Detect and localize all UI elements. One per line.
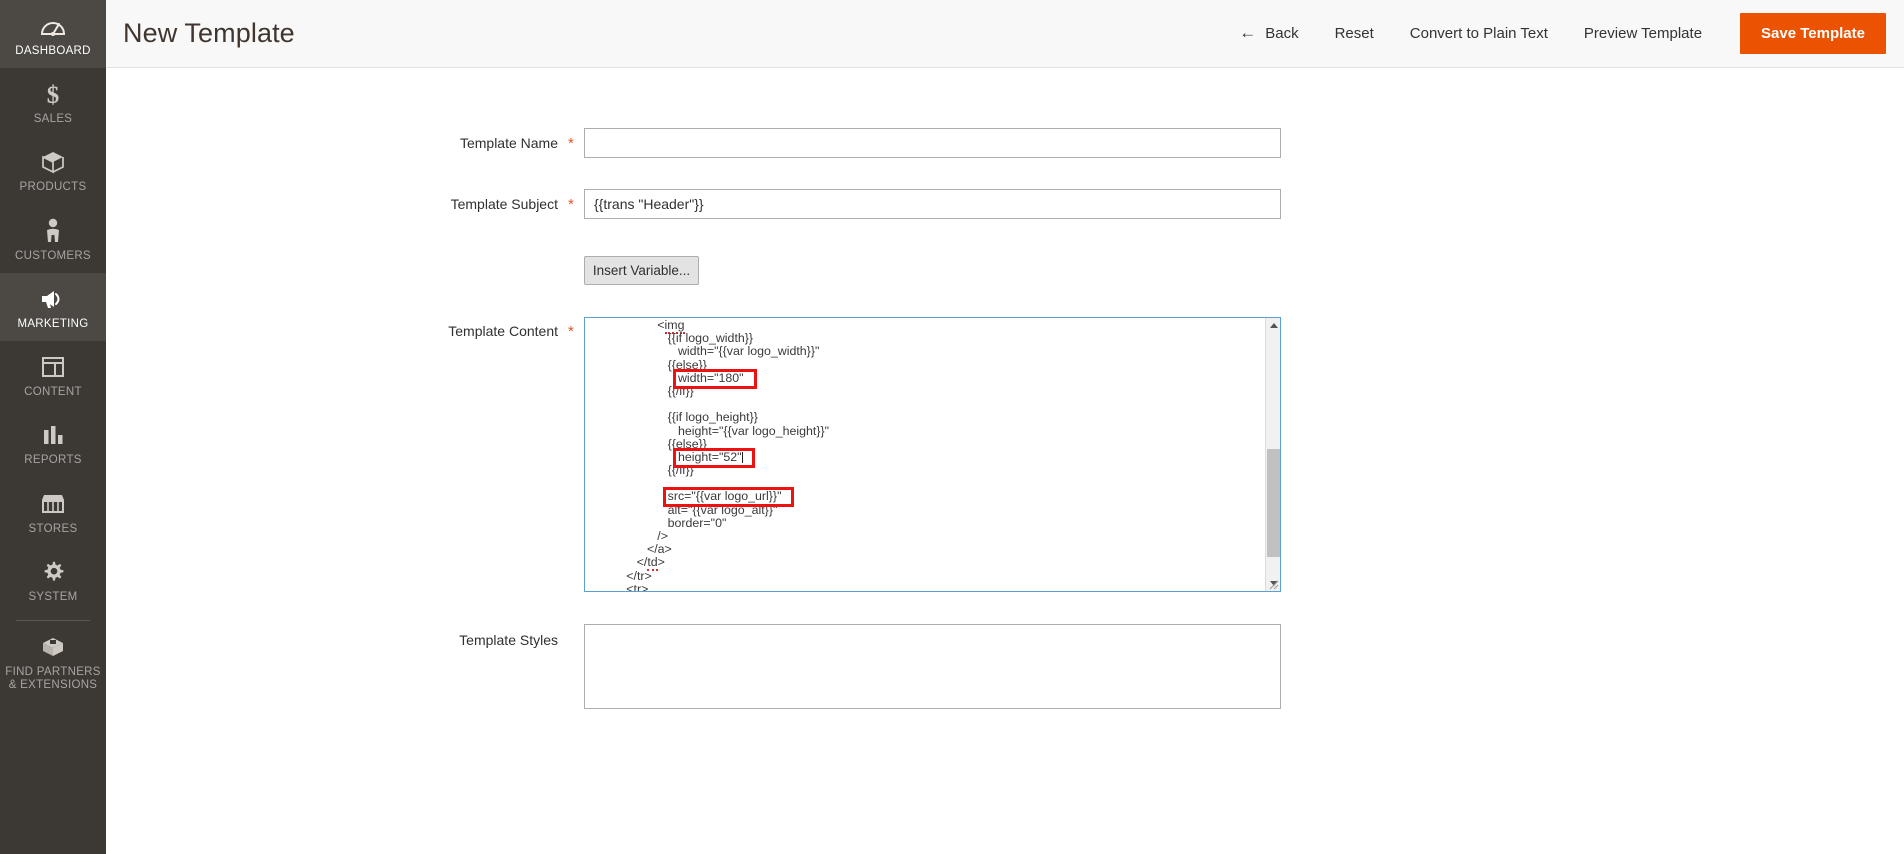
template-styles-textarea[interactable] [584,624,1281,709]
back-button-label: Back [1265,25,1299,42]
template-subject-input[interactable] [584,189,1281,219]
preview-button-label: Preview Template [1583,25,1703,42]
textarea-resize-handle[interactable] [1266,577,1279,590]
code-line: width="180" [585,370,1267,385]
highlight-width-180-text: width="180" [677,370,744,385]
code-line: </td> [585,555,665,572]
sidebar-item-label: PRODUCTS [19,181,87,194]
code-line: border="0" [585,515,727,530]
gear-icon [38,558,68,586]
template-content-required-star: * [568,323,574,340]
page-title: New Template [123,18,295,48]
sidebar-item-label: CONTENT [24,386,82,399]
convert-to-plain-text-button[interactable]: Convert to Plain Text [1392,17,1566,50]
bar-chart-icon [38,421,68,449]
sidebar-item-system[interactable]: SYSTEM [0,546,106,614]
template-content-label: Template Content [448,323,558,339]
template-name-required-star: * [568,135,574,152]
scrollbar-thumb[interactable] [1267,449,1280,557]
sidebar-item-label: SALES [33,113,73,126]
scroll-up-arrow[interactable] [1266,318,1280,333]
reset-button-label: Reset [1334,25,1374,42]
sidebar-item-label: MARKETING [17,317,89,330]
code-line: /> [585,529,668,543]
code-line: </a> [585,542,672,557]
code-line: {{/if}} [585,383,694,398]
storefront-icon [38,490,68,518]
extension-box-icon [38,633,68,661]
insert-variable-button[interactable]: Insert Variable... [584,256,699,285]
dashboard-gauge-icon [38,12,68,40]
template-subject-required-star: * [568,196,574,213]
page-header-bar: New Template ← Back Reset Convert to Pla… [106,0,1904,68]
code-line: </tr> [585,568,652,583]
code-line: {{if logo_height}} [585,410,758,425]
highlight-src-logo-url-text: src="{{var logo_url}}" [667,489,782,504]
convert-button-label: Convert to Plain Text [1409,25,1548,42]
highlight-height-52-text: height="52" [677,449,742,464]
code-line: {{/if}} [585,463,694,478]
back-button[interactable]: ← Back [1221,17,1316,50]
code-line: <tr> [585,581,649,591]
arrow-left-icon: ← [1239,23,1257,42]
code-line: alt="{{var logo_alt}}" [585,502,778,517]
sidebar-item-find-partners[interactable]: FIND PARTNERS & EXTENSIONS [0,625,106,702]
textarea-scrollbar[interactable] [1265,318,1280,591]
header-actions-group: ← Back Reset Convert to Plain Text Previ… [1221,13,1886,54]
template-form: Template Name * Template Subject * Inser… [106,68,1904,854]
template-styles-label: Template Styles [459,632,558,648]
template-content-code[interactable]: <img {{if logo_width}} width="{{var logo… [585,318,1267,591]
sidebar-item-label: FIND PARTNERS & EXTENSIONS [5,665,101,692]
preview-template-button[interactable]: Preview Template [1566,17,1720,50]
code-line: src="{{var logo_url}}" [585,490,1267,503]
sidebar-item-customers[interactable]: CUSTOMERS [0,205,106,273]
template-name-label: Template Name [459,135,558,151]
megaphone-icon [38,285,68,313]
reset-button[interactable]: Reset [1317,17,1392,50]
main-content-area: New Template ← Back Reset Convert to Pla… [106,0,1904,854]
sidebar-item-label: STORES [28,522,78,535]
code-line: width="{{var logo_width}}" [585,344,820,359]
sidebar-item-label: REPORTS [24,454,82,467]
code-line: height="{{var logo_height}}" [585,423,830,438]
person-icon [38,217,68,245]
sidebar-item-stores[interactable]: STORES [0,478,106,546]
sidebar-item-sales[interactable]: $ SALES [0,68,106,136]
save-template-button[interactable]: Save Template [1740,13,1886,54]
sidebar-item-marketing[interactable]: MARKETING [0,272,106,342]
text-cursor [741,451,743,463]
template-content-textarea[interactable]: <img {{if logo_width}} width="{{var logo… [584,317,1281,592]
admin-page: DASHBOARD $ SALES PRODUCTS CUSTOMERS MAR… [0,0,1904,854]
sidebar-divider [16,619,90,621]
sidebar-item-label: DASHBOARD [15,45,91,57]
sidebar-item-content[interactable]: CONTENT [0,341,106,409]
sidebar-item-dashboard[interactable]: DASHBOARD [0,0,106,69]
template-subject-label: Template Subject [450,196,558,212]
layout-page-icon [38,353,68,381]
sidebar-item-reports[interactable]: REPORTS [0,409,106,477]
triangle-up-icon [1269,323,1278,328]
svg-text:$: $ [47,82,60,107]
dollar-sign-icon: $ [38,80,68,108]
template-name-input[interactable] [584,128,1281,158]
admin-sidebar: DASHBOARD $ SALES PRODUCTS CUSTOMERS MAR… [0,0,106,854]
box-icon [38,148,68,176]
sidebar-item-products[interactable]: PRODUCTS [0,136,106,204]
sidebar-item-label: CUSTOMERS [15,249,91,262]
sidebar-item-label: SYSTEM [28,590,78,603]
